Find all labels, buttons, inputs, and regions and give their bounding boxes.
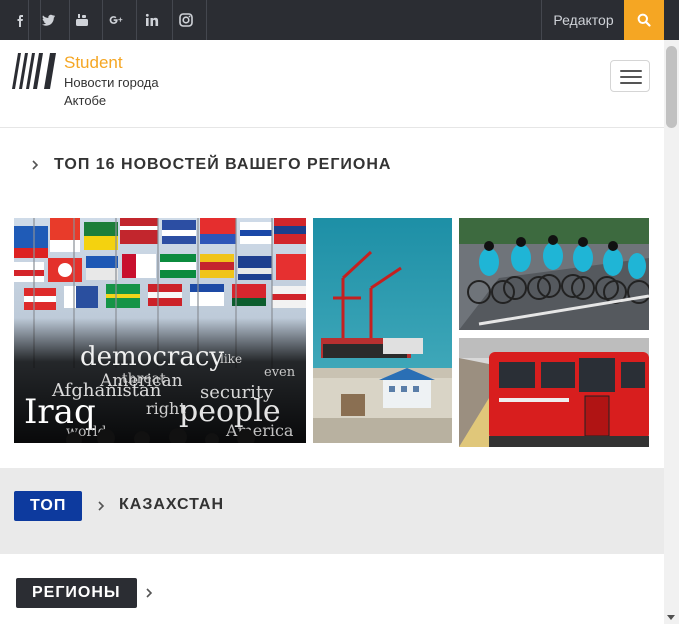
site-logo[interactable]	[12, 53, 58, 89]
site-header: Student Новости города Актобе	[0, 40, 664, 128]
menu-toggle-button[interactable]	[610, 60, 650, 92]
regions-bar: РЕГИОНЫ	[0, 554, 664, 624]
top-badge[interactable]: ТОП	[14, 491, 83, 521]
chevron-right-icon	[146, 588, 153, 598]
tile-democracy-flags[interactable]: democracy American Afghanistan Iraq peop…	[14, 218, 306, 443]
google-plus-icon[interactable]	[96, 0, 137, 40]
svg-text:democracy: democracy	[80, 342, 224, 372]
regions-badge[interactable]: РЕГИОНЫ	[16, 578, 137, 608]
category-kazakhstan[interactable]: КАЗАХСТАН	[119, 496, 224, 514]
svg-text:threat: threat	[122, 371, 166, 387]
category-bar: ТОП КАЗАХСТАН	[0, 468, 664, 554]
search-icon	[637, 13, 651, 27]
svg-text:security: security	[200, 382, 274, 403]
tile-red-train[interactable]	[459, 338, 649, 447]
svg-text:even: even	[264, 365, 296, 380]
chevron-right-icon	[32, 160, 39, 170]
search-button[interactable]	[624, 0, 664, 40]
hamburger-icon	[620, 70, 642, 72]
tile-cyclists[interactable]	[459, 218, 649, 330]
scroll-down-arrow[interactable]	[667, 615, 675, 620]
svg-text:right: right	[146, 399, 186, 418]
scrollbar-thumb[interactable]	[666, 46, 677, 128]
editor-link[interactable]: Редактор	[541, 0, 625, 40]
site-tagline: Новости города Актобе	[64, 75, 159, 108]
top-bar: Редактор	[0, 0, 679, 40]
scrollbar[interactable]	[664, 40, 679, 624]
tile-port-cranes[interactable]	[313, 218, 452, 443]
section-title: ТОП 16 НОВОСТЕЙ ВАШЕГО РЕГИОНА	[54, 156, 392, 173]
svg-text:America: America	[225, 421, 294, 440]
svg-text:like: like	[220, 352, 242, 366]
site-brand[interactable]: Student	[64, 53, 123, 73]
chevron-right-icon	[98, 501, 105, 511]
instagram-icon[interactable]	[166, 0, 207, 40]
top-news-heading: ТОП 16 НОВОСТЕЙ ВАШЕГО РЕГИОНА	[30, 156, 391, 174]
